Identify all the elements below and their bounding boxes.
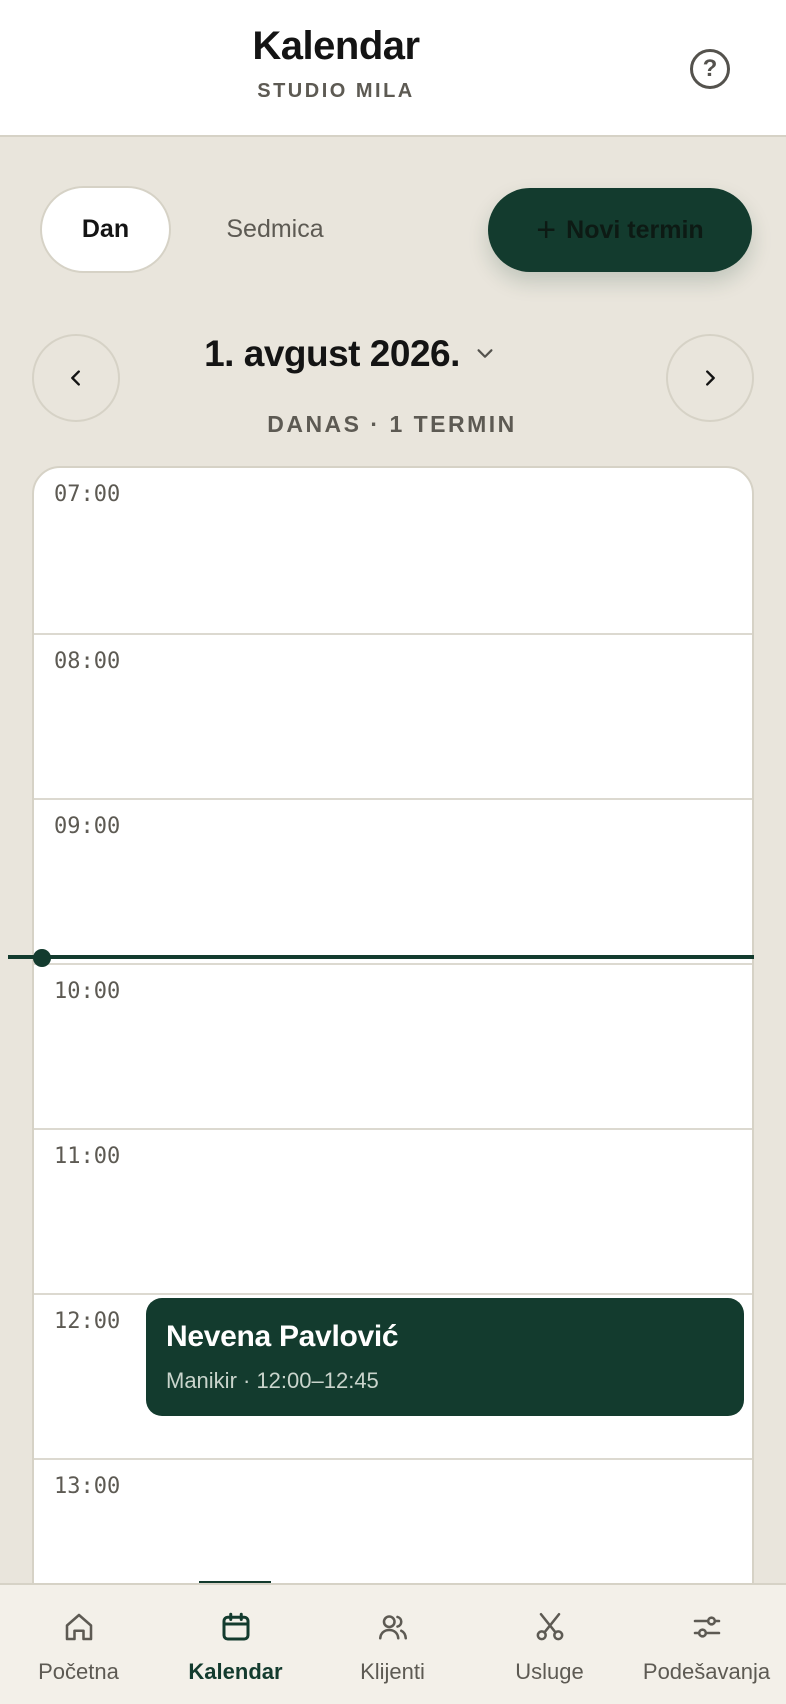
current-time-dot xyxy=(33,949,51,967)
nav-tab-home[interactable]: Početna xyxy=(0,1585,157,1704)
current-date: 1. avgust 2026. xyxy=(204,333,460,374)
appointment-client-name: Nevena Pavlović xyxy=(166,1320,399,1353)
calendar-icon xyxy=(222,1612,249,1641)
view-week-toggle[interactable]: Sedmica xyxy=(200,186,350,273)
appointment-card[interactable]: Nevena Pavlović Manikir · 12:00–12:45 xyxy=(146,1298,744,1416)
plus-icon: + xyxy=(536,211,557,249)
help-circle-icon: ? xyxy=(702,55,718,82)
day-timeline[interactable]: 07:00 08:00 09:00 10:00 11:00 12:00 13:0… xyxy=(32,466,754,1704)
new-appointment-button[interactable]: + Novi termin xyxy=(488,188,752,272)
hour-slot[interactable]: 08:00 xyxy=(34,633,752,798)
top-bar: Kalendar STUDIO MILA ? xyxy=(0,0,786,137)
nav-tab-label: Kalendar xyxy=(188,1659,283,1684)
chevron-down-icon xyxy=(477,349,493,358)
chevron-left-icon xyxy=(71,370,80,386)
nav-tab-label: Podešavanja xyxy=(642,1659,771,1684)
hour-label: 09:00 xyxy=(54,814,121,839)
scissors-icon xyxy=(536,1612,563,1641)
nav-tab-services[interactable]: Usluge xyxy=(471,1585,628,1704)
next-day-button[interactable] xyxy=(666,334,754,422)
hour-slot[interactable]: 11:00 xyxy=(34,1128,752,1293)
nav-tab-calendar[interactable]: Kalendar xyxy=(157,1585,314,1704)
users-icon xyxy=(378,1615,407,1640)
view-day-toggle[interactable]: Dan xyxy=(40,186,171,273)
help-button[interactable]: ? xyxy=(690,49,730,89)
home-icon xyxy=(65,1613,92,1641)
previous-day-button[interactable] xyxy=(32,334,120,422)
hour-slot[interactable]: 10:00 xyxy=(34,963,752,1128)
nav-tab-clients[interactable]: Klijenti xyxy=(314,1585,471,1704)
hour-slot[interactable]: 07:00 xyxy=(34,468,752,633)
hour-label: 11:00 xyxy=(54,1144,121,1169)
nav-tab-label: Početna xyxy=(38,1659,119,1684)
sliders-icon xyxy=(693,1616,720,1638)
page-title: Kalendar xyxy=(252,24,420,68)
day-summary: DANAS · 1 TERMIN xyxy=(267,411,517,437)
hour-label: 13:00 xyxy=(54,1474,121,1499)
hour-label: 12:00 xyxy=(54,1309,121,1334)
new-appointment-label: Novi termin xyxy=(566,215,704,244)
hour-label: 07:00 xyxy=(54,482,121,507)
nav-tab-label: Klijenti xyxy=(360,1659,425,1684)
current-time-line xyxy=(8,955,754,959)
date-picker[interactable]: 1. avgust 2026. xyxy=(200,333,500,375)
hour-slot[interactable]: 09:00 xyxy=(34,798,752,963)
bottom-navigation: Početna Kalendar Klijenti Usluge Podešav… xyxy=(0,1583,786,1704)
chevron-right-icon xyxy=(706,370,715,386)
hour-label: 08:00 xyxy=(54,649,121,674)
appointment-details: Manikir · 12:00–12:45 xyxy=(166,1368,379,1393)
hour-label: 10:00 xyxy=(54,979,121,1004)
studio-name: STUDIO MILA xyxy=(257,80,415,102)
nav-tab-settings[interactable]: Podešavanja xyxy=(628,1585,785,1704)
nav-tab-label: Usluge xyxy=(515,1659,584,1684)
